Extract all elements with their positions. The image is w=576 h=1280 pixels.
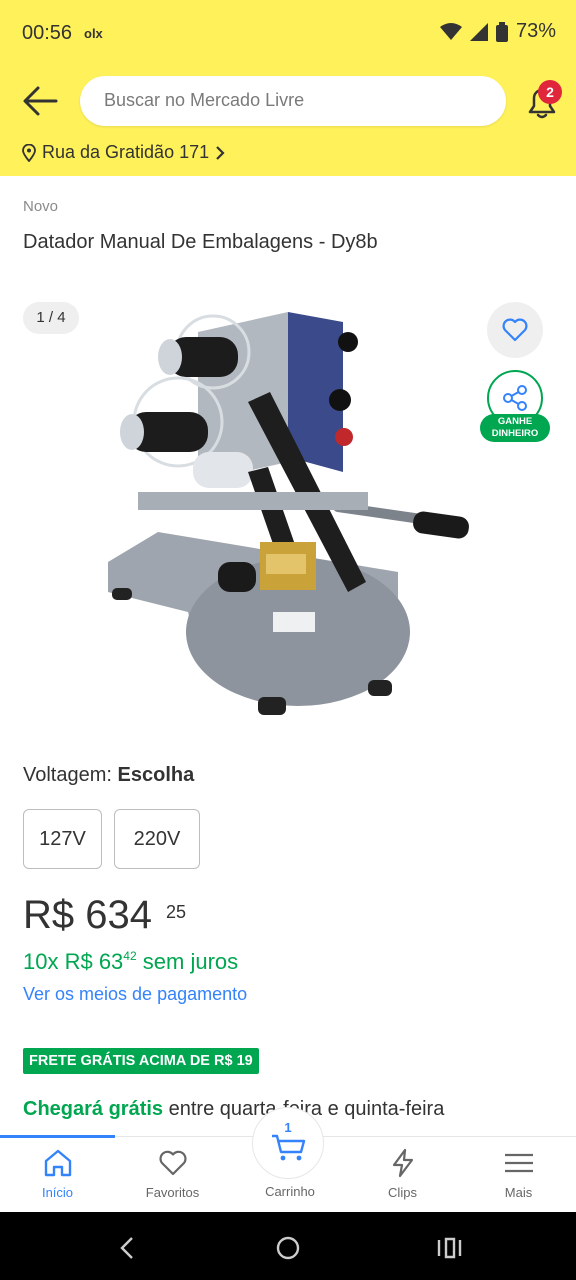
price-cents: 25 <box>166 902 187 922</box>
voltage-option-127v[interactable]: 127V <box>23 809 102 869</box>
back-arrow-icon[interactable] <box>20 84 60 118</box>
signal-icon <box>469 22 488 41</box>
battery-icon <box>495 21 508 42</box>
price-main: R$ 634 <box>23 893 152 937</box>
product-condition: Novo <box>23 198 59 215</box>
lightning-icon <box>392 1148 413 1178</box>
voltage-label-text: Voltagem: <box>23 764 112 786</box>
system-back-icon[interactable] <box>114 1234 142 1262</box>
installments: 10x R$ 6342 sem juros <box>23 949 238 975</box>
payment-methods-link[interactable]: Ver os meios de pagamento <box>23 984 247 1005</box>
battery-percent: 73% <box>515 20 556 42</box>
menu-icon <box>504 1153 533 1173</box>
nav-clips[interactable]: Clips <box>345 1137 460 1213</box>
status-icons: 73% <box>439 20 556 43</box>
heart-icon <box>502 318 528 342</box>
voltage-selected-value: Escolha <box>117 764 195 786</box>
status-time: 00:56 <box>22 22 73 44</box>
image-counter: 1 / 4 <box>23 302 79 334</box>
nav-more[interactable]: Mais <box>461 1137 576 1213</box>
location-pin-icon <box>22 143 36 162</box>
search-placeholder: Buscar no Mercado Livre <box>104 90 305 110</box>
wifi-icon <box>439 22 462 40</box>
nav-favorites-label: Favoritos <box>145 1185 200 1200</box>
cart-icon <box>272 1134 306 1161</box>
system-recents-icon[interactable] <box>434 1234 462 1262</box>
product-image[interactable] <box>98 292 478 722</box>
chevron-right-icon <box>216 145 225 160</box>
installments-cents: 42 <box>123 949 137 963</box>
product-title: Datador Manual De Embalagens - Dy8b <box>23 231 378 253</box>
voltage-option-220v[interactable]: 220V <box>114 809 200 869</box>
notification-badge: 2 <box>538 80 562 104</box>
nav-home[interactable]: Início <box>0 1137 115 1213</box>
nav-favorites[interactable]: Favoritos <box>115 1137 230 1213</box>
olx-notification-icon: olx <box>84 26 103 41</box>
arrival-strong: Chegará grátis <box>23 1098 164 1120</box>
nav-home-label: Início <box>41 1185 74 1200</box>
address-selector[interactable]: Rua da Gratidão 171 <box>22 142 225 163</box>
cart-count: 1 <box>284 1120 292 1135</box>
share-earn-label: GANHE DINHEIRO <box>480 414 550 442</box>
status-bar: 00:56 olx 73% <box>0 0 576 70</box>
heart-icon <box>158 1150 187 1176</box>
system-home-icon[interactable] <box>274 1234 302 1262</box>
installments-prefix: 10x R$ 63 <box>23 949 124 974</box>
header: 00:56 olx 73% Buscar no Mercado Livre 2 … <box>0 0 576 176</box>
voltage-label: Voltagem: Escolha <box>23 764 194 787</box>
nav-cart[interactable]: 1 <box>252 1107 324 1179</box>
system-navigation-bar <box>0 1212 576 1280</box>
nav-cart-label: Carrinho <box>265 1184 315 1199</box>
nav-more-label: Mais <box>504 1185 533 1200</box>
nav-clips-label: Clips <box>388 1185 417 1200</box>
arrival-info: Chegará grátis entre quarta-feira e quin… <box>23 1098 444 1121</box>
installments-suffix: sem juros <box>136 949 239 974</box>
free-shipping-badge: FRETE GRÁTIS ACIMA DE R$ 19 <box>23 1048 259 1074</box>
address-text: Rua da Gratidão 171 <box>42 142 210 162</box>
search-input[interactable]: Buscar no Mercado Livre <box>80 76 506 126</box>
favorite-button[interactable] <box>487 302 543 358</box>
home-icon <box>44 1149 71 1177</box>
